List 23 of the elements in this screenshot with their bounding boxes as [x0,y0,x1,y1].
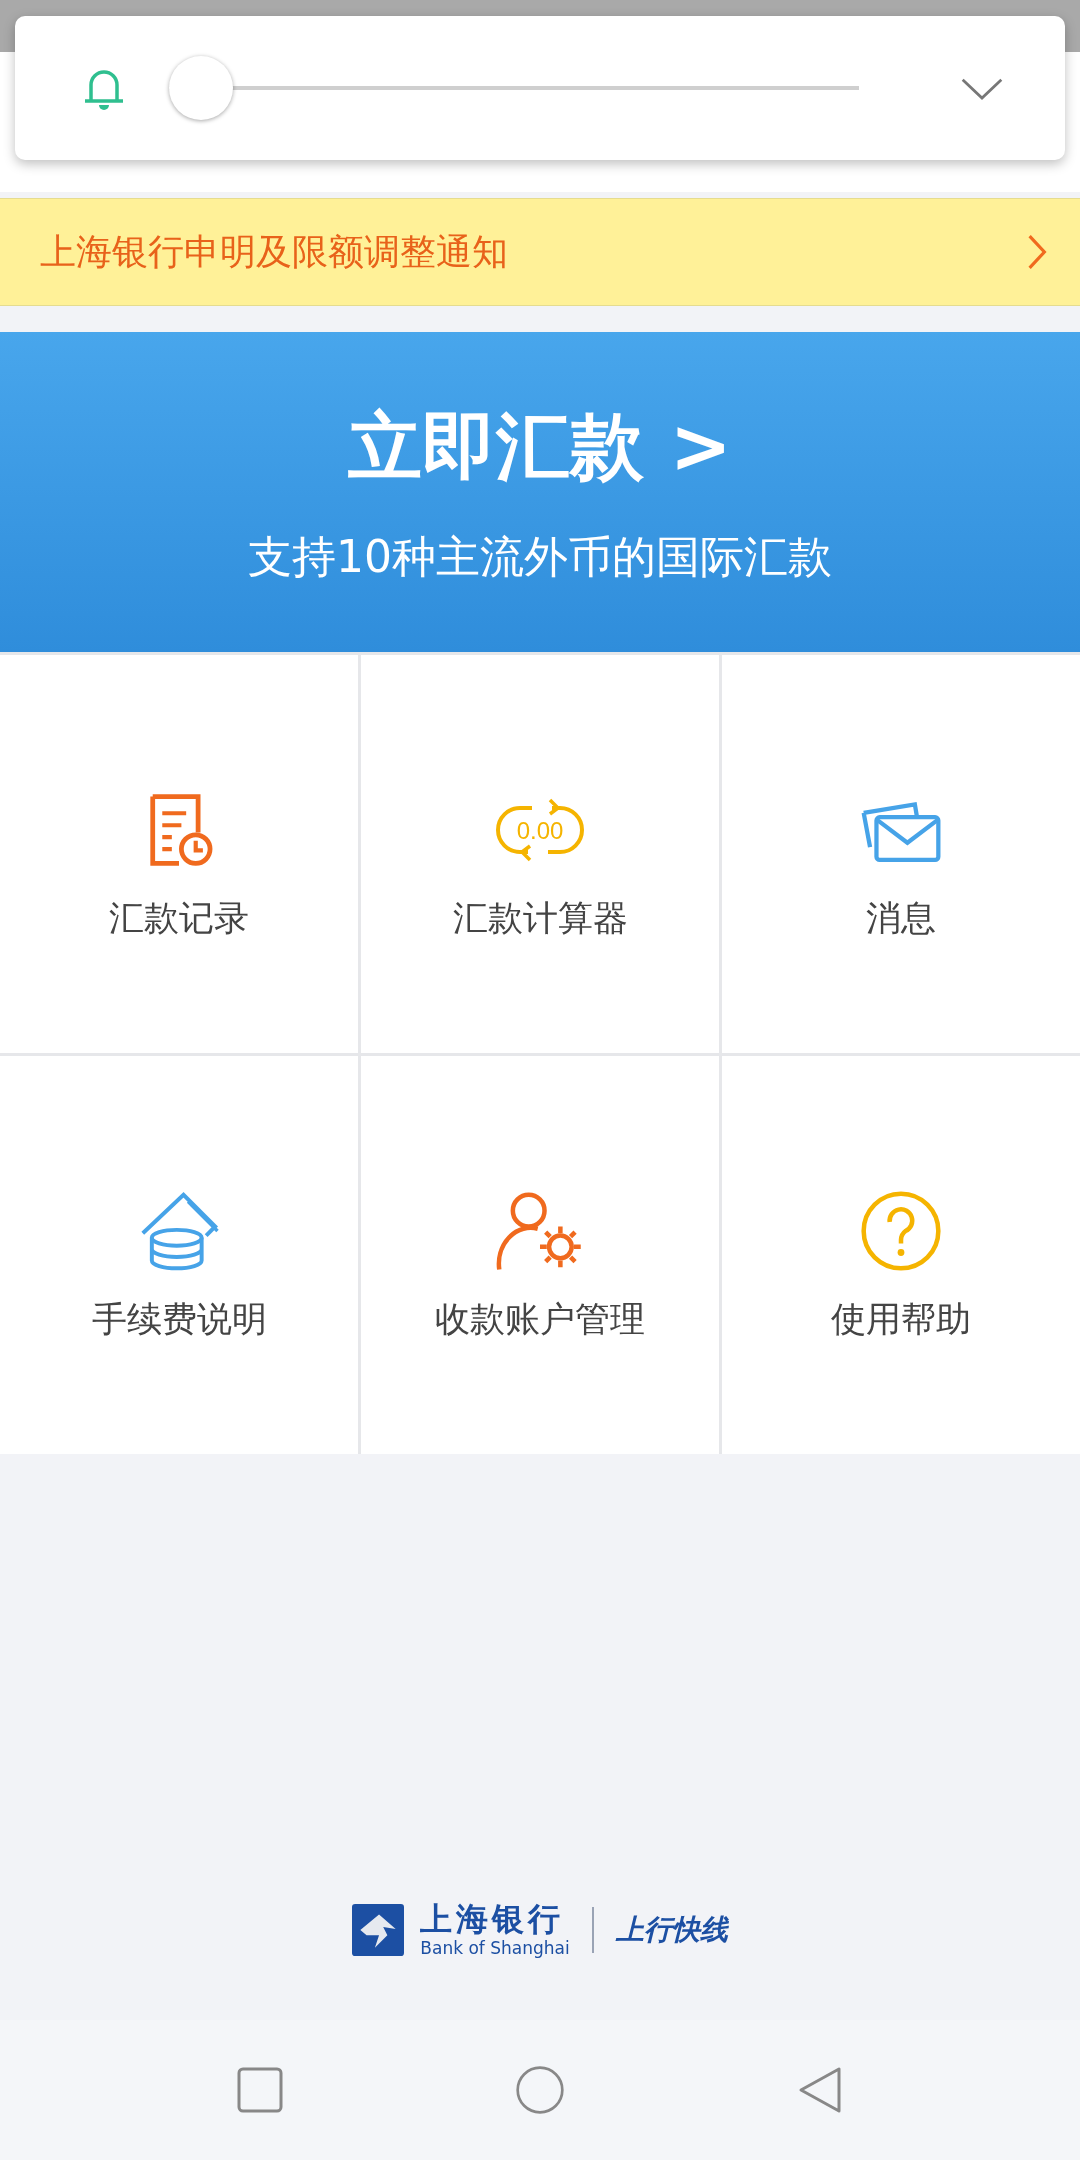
menu-tile[interactable]: 0.00 汇款计算器 [361,655,719,1053]
tile-label: 使用帮助 [831,1297,971,1341]
banner-subtitle: 支持10种主流外币的国际汇款 [248,529,832,584]
menu-tile[interactable]: 收款账户管理 [361,1056,719,1454]
banner-title: 立即汇款 > [348,401,732,491]
tile-label: 汇款计算器 [452,896,628,940]
recents-icon[interactable] [235,2065,285,2115]
menu-tile[interactable]: 消息 [722,655,1080,1053]
product-name: 上行快线 [615,1912,728,1948]
menu-tile[interactable]: 手续费说明 [0,1056,358,1454]
bank-english-name: Bank of Shanghai [420,1937,570,1958]
slider-thumb[interactable] [169,56,233,120]
bank-logo-icon [352,1904,405,1956]
bank-name: 上海银行 [420,1902,565,1938]
chevron-right-icon [1026,233,1048,271]
notice-text: 上海银行申明及限额调整通知 [40,229,508,274]
tile-label: 手续费说明 [91,1297,267,1341]
tile-label: 消息 [866,896,936,940]
menu-tile[interactable]: 使用帮助 [722,1056,1080,1454]
tile-label: 收款账户管理 [435,1297,645,1341]
menu-tile[interactable]: 汇款记录 [0,655,358,1053]
tile-label: 汇款记录 [109,896,249,940]
home-icon[interactable] [515,2065,565,2115]
